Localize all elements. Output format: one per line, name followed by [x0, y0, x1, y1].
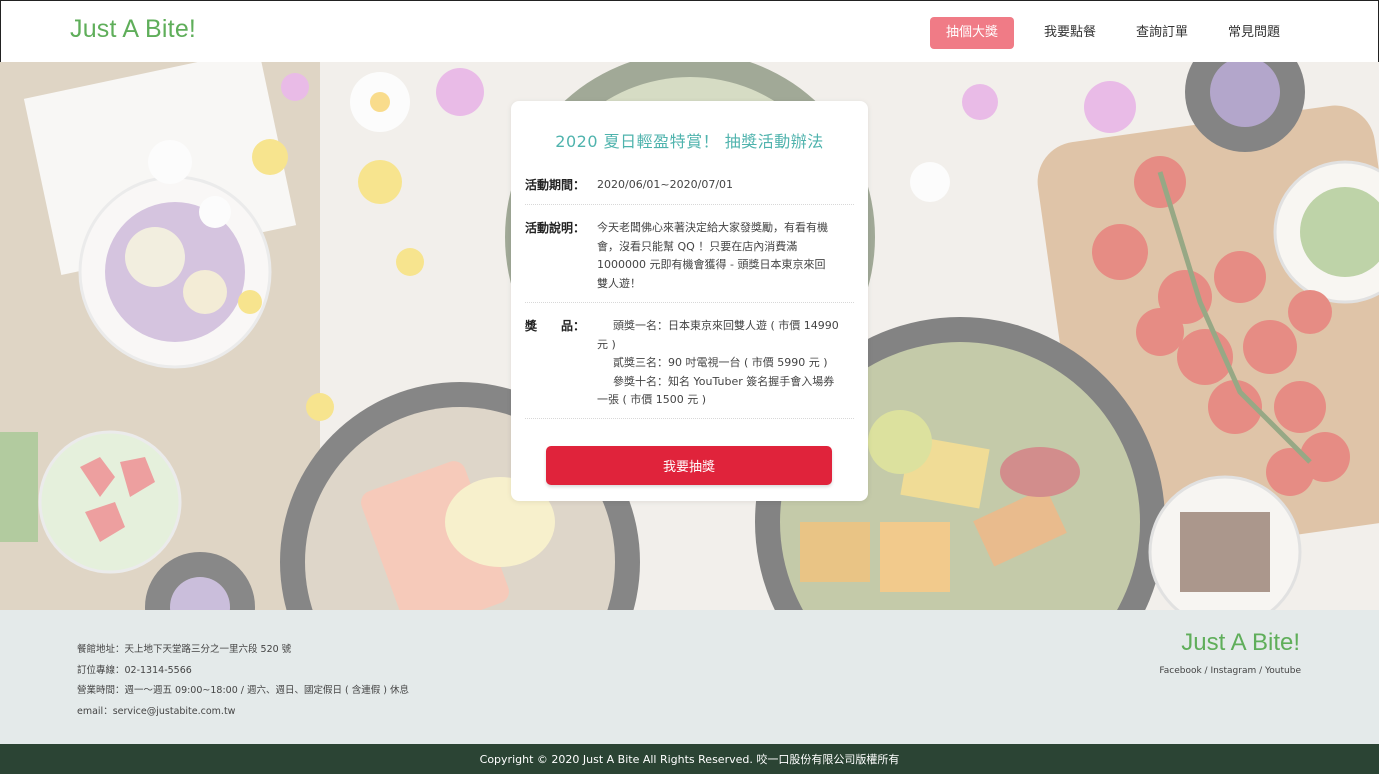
nav-item-lottery[interactable]: 抽個大獎	[929, 17, 1014, 49]
prize-item-second: 貳獎三名：90 吋電視一台 ( 市價 5990 元 )	[613, 356, 828, 369]
footer-phone: 訂位專線：02-1314-5566	[77, 664, 192, 676]
period-value: 2020/06/01~2020/07/01	[597, 178, 734, 191]
nav-item-faq[interactable]: 常見問題	[1210, 17, 1298, 49]
prize-item-third: 參獎十名：知名 YouTuber 簽名握手會入場券一張 ( 市價 1500 元 …	[597, 374, 835, 407]
site-footer: 餐館地址：天上地下天堂路三分之一里六段 520 號 訂位專線：02-1314-5…	[0, 610, 1379, 744]
draw-lottery-button[interactable]: 我要抽獎	[546, 446, 832, 485]
prizes-row: 獎 品： 頭獎一名：日本東京來回雙人遊 ( 市價 14990 元 ) 貳獎三名：…	[525, 303, 854, 419]
footer-contact-info: 餐館地址：天上地下天堂路三分之一里六段 520 號 訂位專線：02-1314-5…	[77, 640, 409, 722]
site-header: Just A Bite! 抽個大獎 我要點餐 查詢訂單 常見問題	[0, 0, 1379, 62]
nav-item-order[interactable]: 我要點餐	[1026, 17, 1114, 49]
nav-item-query-order[interactable]: 查詢訂單	[1118, 17, 1206, 49]
footer-social-links[interactable]: Facebook / Instagram / Youtube	[1159, 666, 1301, 676]
description-value: 今天老闆佛心來著決定給大家發獎勵，有看有機會，沒看只能幫 QQ ！只要在店內消費…	[597, 221, 828, 290]
copyright-bar: Copyright © 2020 Just A Bite All Rights …	[0, 744, 1379, 774]
site-logo[interactable]: Just A Bite!	[70, 15, 196, 44]
period-row: 活動期間： 2020/06/01~2020/07/01	[525, 165, 854, 205]
description-label: 活動說明：	[525, 221, 586, 235]
prizes-list: 頭獎一名：日本東京來回雙人遊 ( 市價 14990 元 ) 貳獎三名：90 吋電…	[597, 317, 839, 418]
period-label: 活動期間：	[525, 178, 586, 192]
footer-logo[interactable]: Just A Bite!	[1181, 629, 1300, 657]
card-title: 2020 夏日輕盈特賞！ 抽獎活動辦法	[555, 132, 824, 151]
footer-email[interactable]: email：service@justabite.com.tw	[77, 702, 409, 723]
lottery-rules-card: 2020 夏日輕盈特賞！ 抽獎活動辦法 活動期間： 2020/06/01~202…	[511, 101, 868, 501]
prizes-label: 獎 品：	[525, 319, 586, 333]
footer-hours: 營業時間：週一～週五 09:00~18:00 / 週六、週日、國定假日 ( 含連…	[77, 685, 409, 696]
prize-item-first: 頭獎一名：日本東京來回雙人遊 ( 市價 14990 元 )	[597, 319, 839, 351]
main-nav: 抽個大獎 我要點餐 查詢訂單 常見問題	[929, 17, 1298, 49]
footer-address: 餐館地址：天上地下天堂路三分之一里六段 520 號	[77, 644, 292, 655]
description-row: 活動說明： 今天老闆佛心來著決定給大家發獎勵，有看有機會，沒看只能幫 QQ ！只…	[525, 205, 854, 303]
